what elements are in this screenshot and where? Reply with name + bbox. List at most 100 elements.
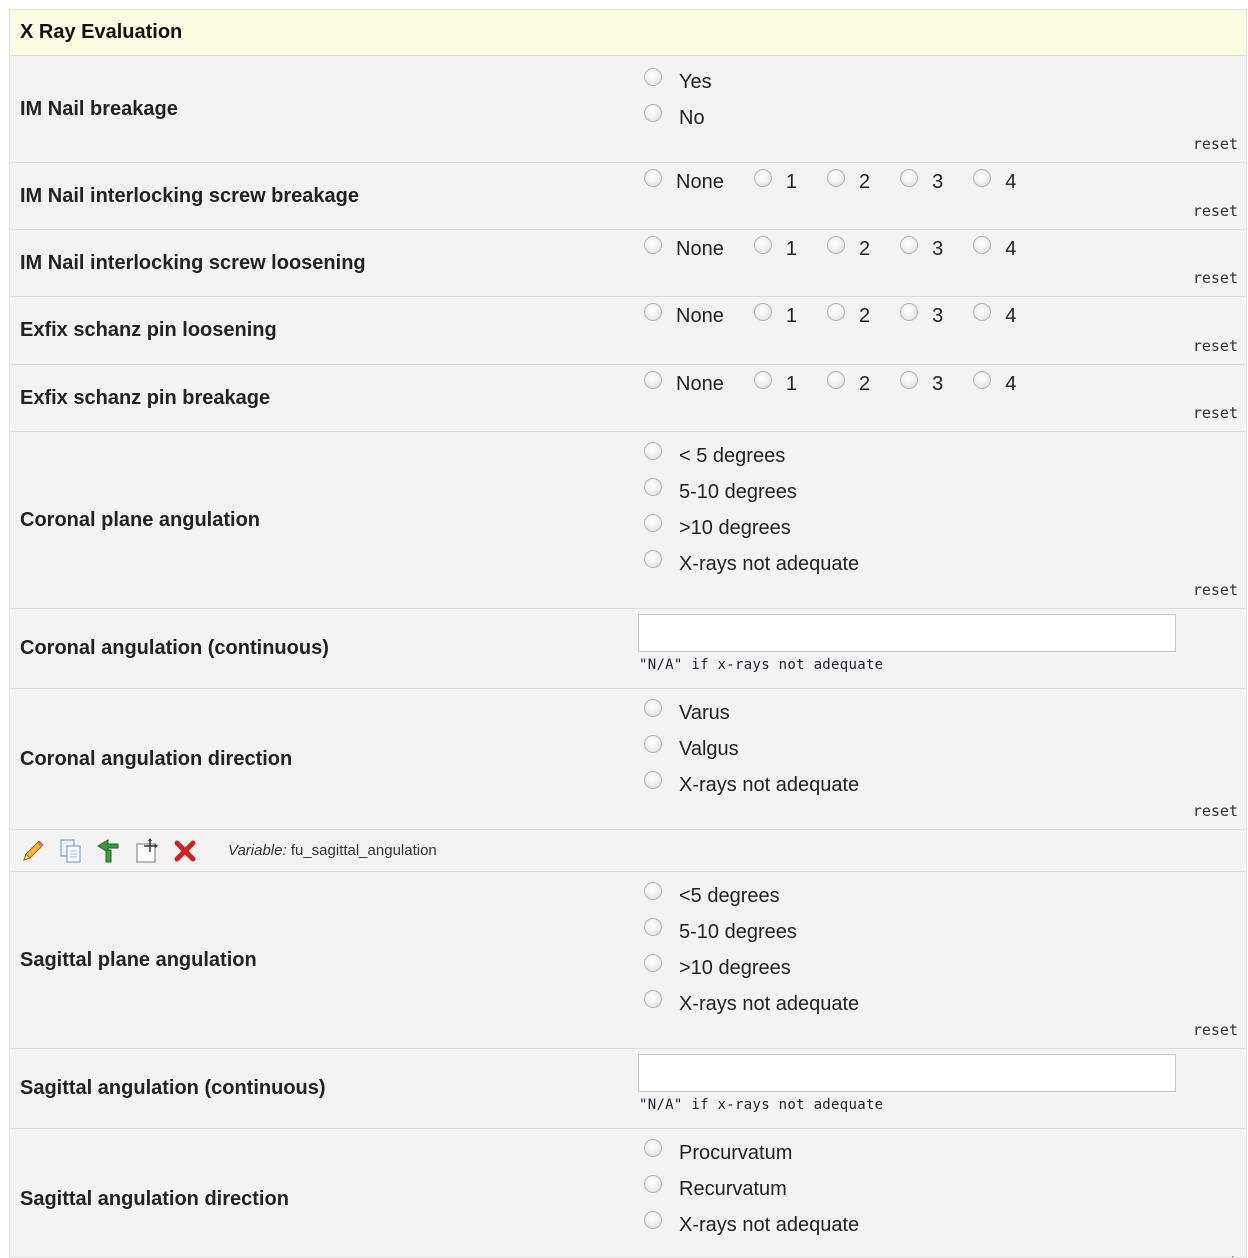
radio-button[interactable] [753, 168, 772, 187]
radio-option[interactable]: 3 [900, 302, 943, 328]
radio-option[interactable]: Yes [644, 64, 712, 100]
radio-option[interactable]: 2 [826, 168, 870, 194]
radio-option[interactable]: 1 [753, 168, 797, 194]
radio-button[interactable] [644, 68, 662, 86]
option-label: >10 degrees [679, 516, 791, 539]
radio-option[interactable]: 4 [973, 235, 1016, 261]
delete-icon[interactable] [172, 838, 198, 864]
radio-option[interactable]: < 5 degrees [644, 438, 859, 474]
sagittal-angulation-input[interactable] [638, 1054, 1176, 1092]
radio-group: < 5 degrees 5-10 degrees >10 degrees X-r… [644, 438, 859, 582]
radio-option[interactable]: 5-10 degrees [644, 474, 859, 510]
radio-option[interactable]: None [644, 235, 724, 261]
radio-option[interactable]: 1 [753, 235, 797, 261]
radio-option[interactable]: X-rays not adequate [644, 1207, 859, 1243]
radio-option[interactable]: 4 [973, 302, 1016, 328]
option-label: X-rays not adequate [679, 773, 860, 796]
option-label: None [676, 305, 724, 327]
reset-link[interactable]: reset [1193, 135, 1238, 153]
reset-link[interactable]: reset [1193, 1021, 1238, 1039]
radio-option[interactable]: Recurvatum [644, 1171, 859, 1207]
radio-button[interactable] [753, 235, 772, 254]
radio-option[interactable]: X-rays not adequate [644, 986, 859, 1022]
radio-button[interactable] [644, 104, 662, 122]
radio-option[interactable]: >10 degrees [644, 510, 859, 546]
field-label: Coronal angulation direction [20, 747, 293, 770]
radio-button[interactable] [644, 235, 662, 254]
option-label: Procurvatum [679, 1141, 793, 1164]
radio-button[interactable] [644, 735, 662, 753]
pencil-icon[interactable] [20, 838, 46, 864]
radio-button[interactable] [900, 370, 919, 389]
radio-option[interactable]: 1 [753, 302, 797, 328]
radio-button[interactable] [644, 370, 662, 389]
radio-option[interactable]: 1 [753, 370, 797, 396]
radio-button[interactable] [644, 1211, 662, 1229]
reset-link[interactable]: reset [1193, 269, 1238, 287]
radio-button[interactable] [644, 478, 662, 496]
reset-link[interactable]: reset [1193, 202, 1238, 220]
coronal-angulation-input[interactable] [638, 614, 1176, 652]
radio-button[interactable] [644, 771, 662, 789]
radio-option[interactable]: X-rays not adequate [644, 767, 859, 803]
radio-option[interactable]: No [644, 100, 712, 136]
reset-link[interactable]: reset [1193, 802, 1238, 820]
radio-option[interactable]: 4 [973, 168, 1016, 194]
radio-button[interactable] [973, 168, 992, 187]
radio-option[interactable]: X-rays not adequate [644, 546, 859, 582]
radio-option[interactable]: Valgus [644, 731, 859, 767]
radio-option[interactable]: 3 [900, 235, 944, 261]
radio-button[interactable] [644, 302, 662, 321]
radio-button[interactable] [644, 442, 662, 460]
reset-link[interactable]: reset [1193, 581, 1238, 599]
radio-option[interactable]: Procurvatum [644, 1135, 859, 1171]
row-coronal-plane-angulation: Coronal plane angulation < 5 degrees 5-1… [10, 432, 1246, 609]
radio-button[interactable] [826, 302, 845, 321]
radio-button[interactable] [900, 168, 919, 187]
radio-option[interactable]: 3 [900, 168, 943, 194]
radio-button[interactable] [973, 235, 992, 254]
copy-icon[interactable] [58, 838, 84, 864]
radio-option[interactable]: None [644, 302, 724, 328]
radio-button[interactable] [644, 168, 662, 187]
radio-button[interactable] [753, 370, 772, 389]
radio-option[interactable]: 2 [826, 235, 870, 261]
option-label: 2 [858, 305, 871, 327]
radio-option[interactable]: 3 [900, 370, 943, 396]
radio-button[interactable] [644, 1175, 662, 1193]
branch-icon[interactable] [96, 838, 122, 864]
option-label: 3 [932, 238, 944, 260]
radio-button[interactable] [826, 168, 845, 187]
radio-button[interactable] [826, 370, 845, 389]
radio-button[interactable] [644, 918, 662, 936]
reset-link[interactable]: reset [1193, 337, 1238, 355]
radio-button[interactable] [826, 235, 845, 254]
option-label: 5-10 degrees [679, 480, 797, 503]
radio-button[interactable] [900, 235, 919, 254]
move-icon[interactable] [134, 837, 160, 864]
radio-button[interactable] [644, 1139, 662, 1157]
radio-option[interactable]: 4 [973, 370, 1016, 396]
radio-button[interactable] [644, 699, 662, 717]
radio-option[interactable]: None [644, 168, 724, 194]
radio-option[interactable]: <5 degrees [644, 878, 859, 914]
field-hint: "N/A" if x-rays not adequate [639, 1097, 884, 1113]
radio-button[interactable] [973, 370, 992, 389]
radio-button[interactable] [644, 882, 662, 900]
radio-option[interactable]: >10 degrees [644, 950, 859, 986]
reset-link[interactable]: reset [1193, 404, 1238, 422]
radio-button[interactable] [644, 990, 662, 1008]
radio-option[interactable]: 5-10 degrees [644, 914, 859, 950]
option-label: >10 degrees [679, 956, 791, 979]
radio-button[interactable] [753, 302, 772, 321]
radio-option[interactable]: None [644, 370, 724, 396]
reset-link[interactable]: reset [1193, 1253, 1238, 1257]
radio-option[interactable]: 2 [826, 370, 870, 396]
radio-button[interactable] [973, 302, 992, 321]
radio-option[interactable]: 2 [826, 302, 871, 328]
radio-button[interactable] [644, 550, 662, 568]
radio-button[interactable] [900, 302, 919, 321]
radio-button[interactable] [644, 954, 662, 972]
radio-button[interactable] [644, 514, 662, 532]
radio-option[interactable]: Varus [644, 695, 859, 731]
